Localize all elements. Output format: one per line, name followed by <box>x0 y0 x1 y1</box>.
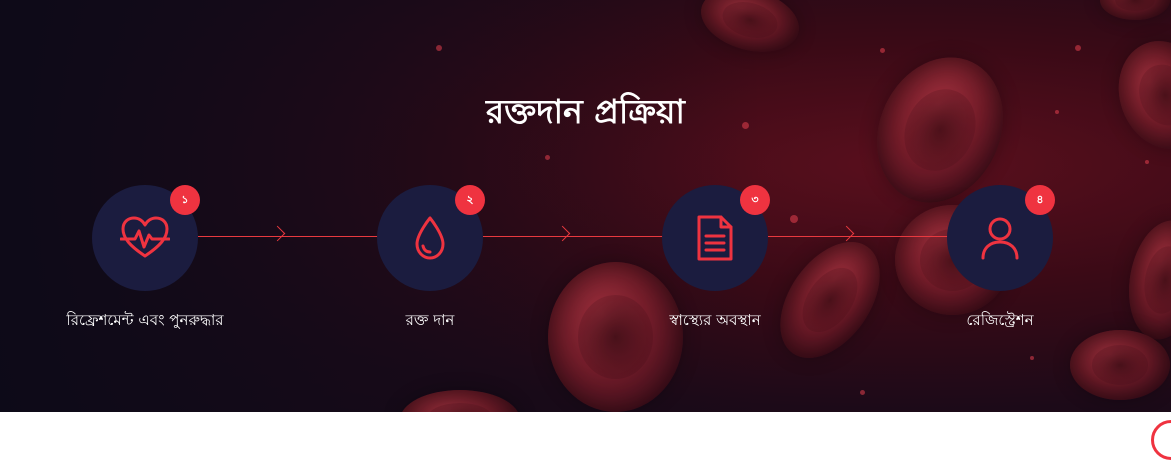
step-label: রিফ্রেশমেন্ট এবং পুনরুদ্ধার <box>66 311 224 329</box>
step-circle-health-status: ৩ <box>662 185 770 291</box>
step-number-badge: ১ <box>170 185 200 215</box>
step-number-badge: ২ <box>455 185 485 215</box>
blood-cell-decoration <box>693 0 807 62</box>
chevron-right-icon <box>554 225 571 242</box>
blood-drop-icon <box>415 216 445 260</box>
hero-section: রক্তদান প্রক্রিয়া ১ রিফ্রেশমেন্ট এবং পু… <box>0 0 1171 412</box>
speck-decoration <box>1075 45 1081 51</box>
step-circle-blood-donation: ২ <box>377 185 485 291</box>
speck-decoration <box>436 45 442 51</box>
blood-cell-decoration <box>759 223 901 377</box>
speck-decoration <box>790 215 798 223</box>
user-icon <box>981 217 1019 260</box>
speck-decoration <box>860 390 865 395</box>
step-circle-registration: ৪ <box>947 185 1055 291</box>
step-label: রেজিস্ট্রেশন <box>966 311 1034 329</box>
heartbeat-icon <box>120 216 170 258</box>
step-circle-refreshment: ১ <box>92 185 200 291</box>
blood-cell-decoration <box>1070 330 1170 400</box>
step-connector <box>198 236 378 237</box>
step-label: রক্ত দান <box>405 311 455 329</box>
document-icon <box>697 215 733 261</box>
chevron-right-icon <box>838 225 855 242</box>
next-section-top <box>0 412 1171 434</box>
step-connector <box>768 236 948 237</box>
section-title: রক্তদান প্রক্রিয়া <box>486 92 685 131</box>
step-connector <box>483 236 663 237</box>
blood-cell-decoration <box>1100 0 1170 20</box>
blood-cell-decoration <box>548 262 683 412</box>
step-number-badge: ৩ <box>740 185 770 215</box>
blood-cell-decoration <box>400 390 520 412</box>
step-number-badge: ৪ <box>1025 185 1055 215</box>
speck-decoration <box>1145 160 1149 164</box>
speck-decoration <box>1030 356 1034 360</box>
speck-decoration <box>880 48 885 53</box>
chevron-right-icon <box>269 225 286 242</box>
speck-decoration <box>545 155 550 160</box>
step-label: স্বাস্থ্যের অবস্থান <box>669 311 761 329</box>
